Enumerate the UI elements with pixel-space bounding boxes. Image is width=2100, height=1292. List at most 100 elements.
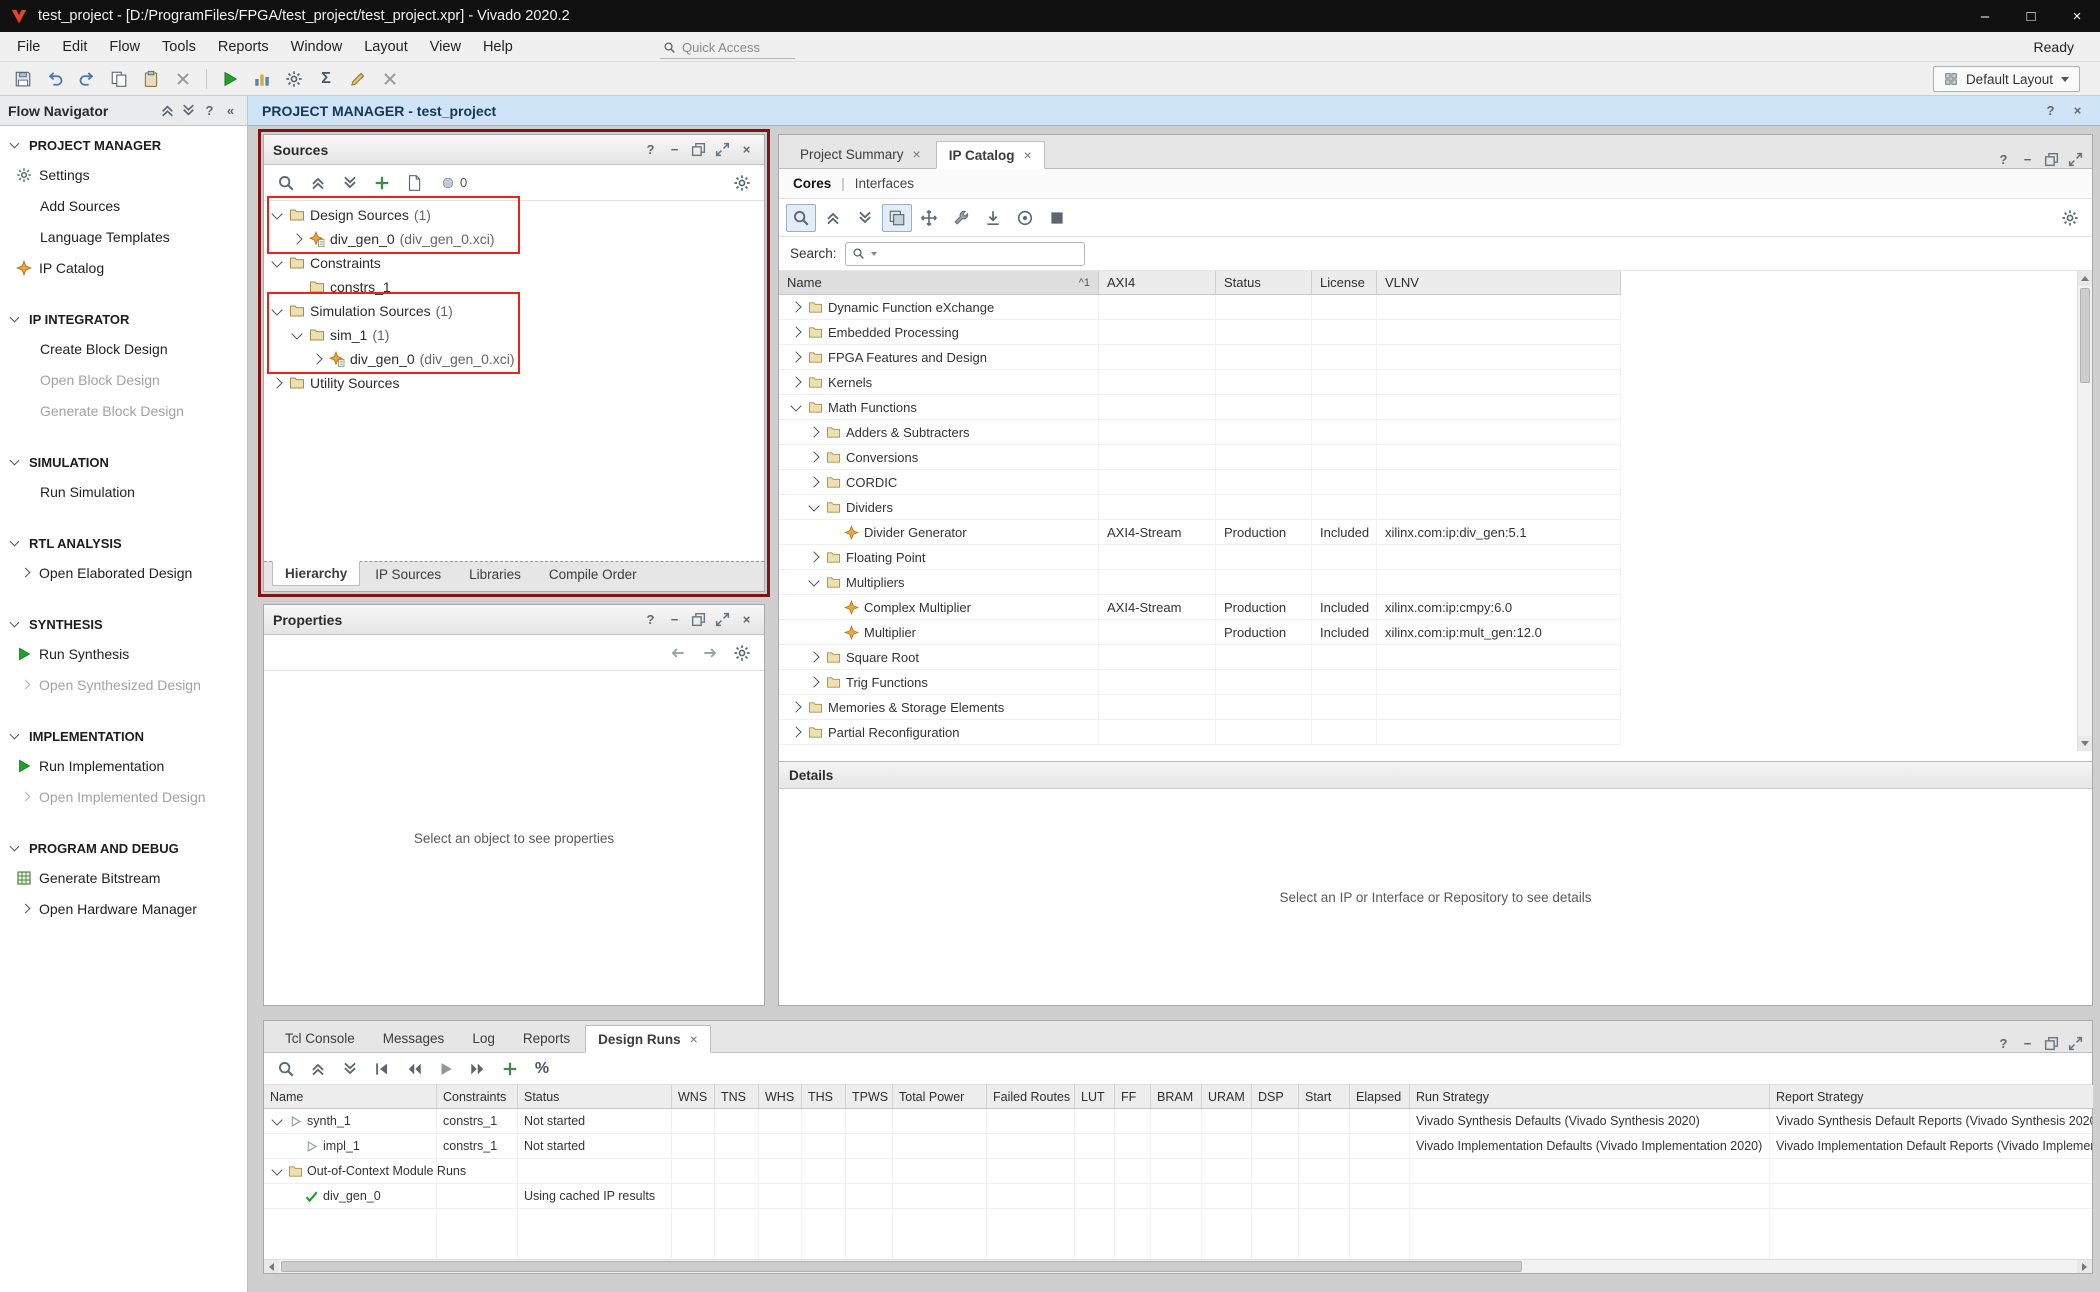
plus-button[interactable]	[495, 1055, 525, 1083]
plus-button[interactable]	[367, 169, 397, 197]
scroll-right-button[interactable]	[2077, 1260, 2092, 1273]
design-run-row-impl-1[interactable]: impl_1constrs_1Not startedVivado Impleme…	[264, 1134, 2092, 1159]
h-scrollbar-track[interactable]	[279, 1260, 2077, 1273]
menu-help[interactable]: Help	[472, 32, 524, 61]
tab-compile-order[interactable]: Compile Order	[536, 562, 650, 587]
expand-arrow-icon[interactable]	[790, 701, 801, 712]
ip-catalog-row-multipliers[interactable]: Multipliers	[779, 570, 1621, 595]
close-icon[interactable]: ×	[738, 611, 755, 628]
column-header-tpws[interactable]: TPWS	[846, 1085, 893, 1108]
collapse-arrow-icon[interactable]	[808, 500, 819, 511]
menu-edit[interactable]: Edit	[51, 32, 98, 61]
tab-hierarchy[interactable]: Hierarchy	[272, 561, 360, 586]
tab-libraries[interactable]: Libraries	[456, 562, 534, 587]
menu-view[interactable]: View	[419, 32, 472, 61]
copy-button[interactable]	[104, 65, 134, 93]
tab-tcl-console[interactable]: Tcl Console	[272, 1024, 368, 1052]
minimize-icon[interactable]: −	[666, 611, 683, 628]
prevd-button[interactable]	[399, 1055, 429, 1083]
flow-section-header-implementation[interactable]: IMPLEMENTATION	[0, 722, 247, 750]
column-header-vlnv[interactable]: VLNV	[1377, 271, 1621, 294]
column-header-failed-routes[interactable]: Failed Routes	[987, 1085, 1075, 1108]
column-header-name[interactable]: Name	[264, 1085, 437, 1108]
menu-tools[interactable]: Tools	[151, 32, 207, 61]
column-header-wns[interactable]: WNS	[672, 1085, 715, 1108]
help-icon[interactable]: ?	[642, 141, 659, 158]
help-icon[interactable]: ?	[642, 611, 659, 628]
flow-section-header-synthesis[interactable]: SYNTHESIS	[0, 610, 247, 638]
ip-catalog-row-math-functions[interactable]: Math Functions	[779, 395, 1621, 420]
minimize-window-button[interactable]: –	[1962, 0, 2008, 32]
ip-catalog-row-complex-multiplier[interactable]: Complex MultiplierAXI4-StreamProductionI…	[779, 595, 1621, 620]
flow-section-header-ip-integrator[interactable]: IP INTEGRATOR	[0, 305, 247, 333]
play-button[interactable]	[215, 65, 245, 93]
column-header-axi4[interactable]: AXI4	[1099, 271, 1216, 294]
column-header-whs[interactable]: WHS	[759, 1085, 802, 1108]
forward-arrow-button[interactable]	[695, 639, 725, 667]
expand-arrow-icon[interactable]	[790, 301, 801, 312]
h-scrollbar-thumb[interactable]	[281, 1261, 1522, 1272]
expand-all-button[interactable]	[335, 1055, 365, 1083]
design-run-row-div-gen-0[interactable]: div_gen_0Using cached IP results	[264, 1184, 2092, 1209]
flow-item-run-implementation[interactable]: Run Implementation	[0, 750, 247, 781]
column-header-bram[interactable]: BRAM	[1151, 1085, 1202, 1108]
maximize-icon[interactable]	[714, 611, 731, 628]
collapse-arrow-icon[interactable]	[808, 575, 819, 586]
expand-arrow-icon[interactable]	[808, 451, 819, 462]
flow-section-header-rtl-analysis[interactable]: RTL ANALYSIS	[0, 529, 247, 557]
expand-arrow-icon[interactable]	[790, 726, 801, 737]
ip-catalog-row-square-root[interactable]: Square Root	[779, 645, 1621, 670]
subtab-cores[interactable]: Cores	[793, 176, 831, 191]
expand-arrow-icon[interactable]	[271, 377, 282, 388]
ip-catalog-row-fpga-features-and-design[interactable]: FPGA Features and Design	[779, 345, 1621, 370]
square-dark-button[interactable]	[1042, 204, 1072, 232]
menu-file[interactable]: File	[6, 32, 51, 61]
subtab-interfaces[interactable]: Interfaces	[855, 176, 914, 191]
flow-item-open-synthesized-design[interactable]: Open Synthesized Design	[0, 669, 247, 700]
collapse-arrow-icon[interactable]	[271, 208, 282, 219]
ip-catalog-row-partial-reconfiguration[interactable]: Partial Reconfiguration	[779, 720, 1621, 745]
flow-item-generate-block-design[interactable]: Generate Block Design	[0, 395, 247, 426]
expand-arrow-icon[interactable]	[808, 651, 819, 662]
flow-item-open-block-design[interactable]: Open Block Design	[0, 364, 247, 395]
ip-catalog-row-adders-subtracters[interactable]: Adders & Subtracters	[779, 420, 1621, 445]
ip-catalog-row-memories-storage-elements[interactable]: Memories & Storage Elements	[779, 695, 1621, 720]
sources-tree-item-utility-sources[interactable]: Utility Sources	[264, 371, 764, 395]
maximize-icon[interactable]	[2067, 151, 2084, 168]
collapse-all-button[interactable]	[303, 1055, 333, 1083]
column-header-elapsed[interactable]: Elapsed	[1350, 1085, 1410, 1108]
maximize-window-button[interactable]: □	[2008, 0, 2054, 32]
flow-item-open-elaborated-design[interactable]: Open Elaborated Design	[0, 557, 247, 588]
quick-access-search[interactable]: Quick Access	[660, 36, 795, 59]
close-tab-icon[interactable]: ×	[1024, 147, 1032, 163]
play-gray-button[interactable]	[431, 1055, 461, 1083]
expand-arrow-icon[interactable]	[311, 353, 322, 364]
ip-catalog-row-divider-generator[interactable]: Divider GeneratorAXI4-StreamProductionIn…	[779, 520, 1621, 545]
float-icon[interactable]	[2043, 151, 2060, 168]
back-arrow-button[interactable]	[663, 639, 693, 667]
undo-button[interactable]	[40, 65, 70, 93]
scroll-down-button[interactable]	[2078, 736, 2092, 751]
close-icon[interactable]: ×	[738, 141, 755, 158]
column-header-status[interactable]: Status	[1216, 271, 1312, 294]
skip-first-button[interactable]	[367, 1055, 397, 1083]
help-icon[interactable]: ?	[2042, 102, 2059, 119]
flow-section-header-project-manager[interactable]: PROJECT MANAGER	[0, 131, 247, 159]
design-run-row-synth-1[interactable]: synth_1constrs_1Not startedVivado Synthe…	[264, 1109, 2092, 1134]
ip-catalog-row-trig-functions[interactable]: Trig Functions	[779, 670, 1621, 695]
ip-catalog-row-cordic[interactable]: CORDIC	[779, 470, 1621, 495]
layout-selector[interactable]: Default Layout	[1933, 66, 2080, 92]
tab-project-summary[interactable]: Project Summary×	[787, 140, 934, 168]
close-tab-icon[interactable]: ×	[913, 146, 921, 162]
help-icon[interactable]: ?	[1995, 151, 2012, 168]
tab-ip-sources[interactable]: IP Sources	[362, 562, 454, 587]
column-header-license[interactable]: License	[1312, 271, 1377, 294]
flow-item-run-simulation[interactable]: Run Simulation	[0, 476, 247, 507]
search-button[interactable]	[786, 204, 816, 232]
close-icon[interactable]: ×	[2069, 102, 2086, 119]
expand-arrow-icon[interactable]	[808, 551, 819, 562]
paste-button[interactable]	[136, 65, 166, 93]
scroll-left-button[interactable]	[264, 1260, 279, 1273]
ip-catalog-settings-gear-button[interactable]	[2055, 204, 2085, 232]
expand-all-button[interactable]	[335, 169, 365, 197]
